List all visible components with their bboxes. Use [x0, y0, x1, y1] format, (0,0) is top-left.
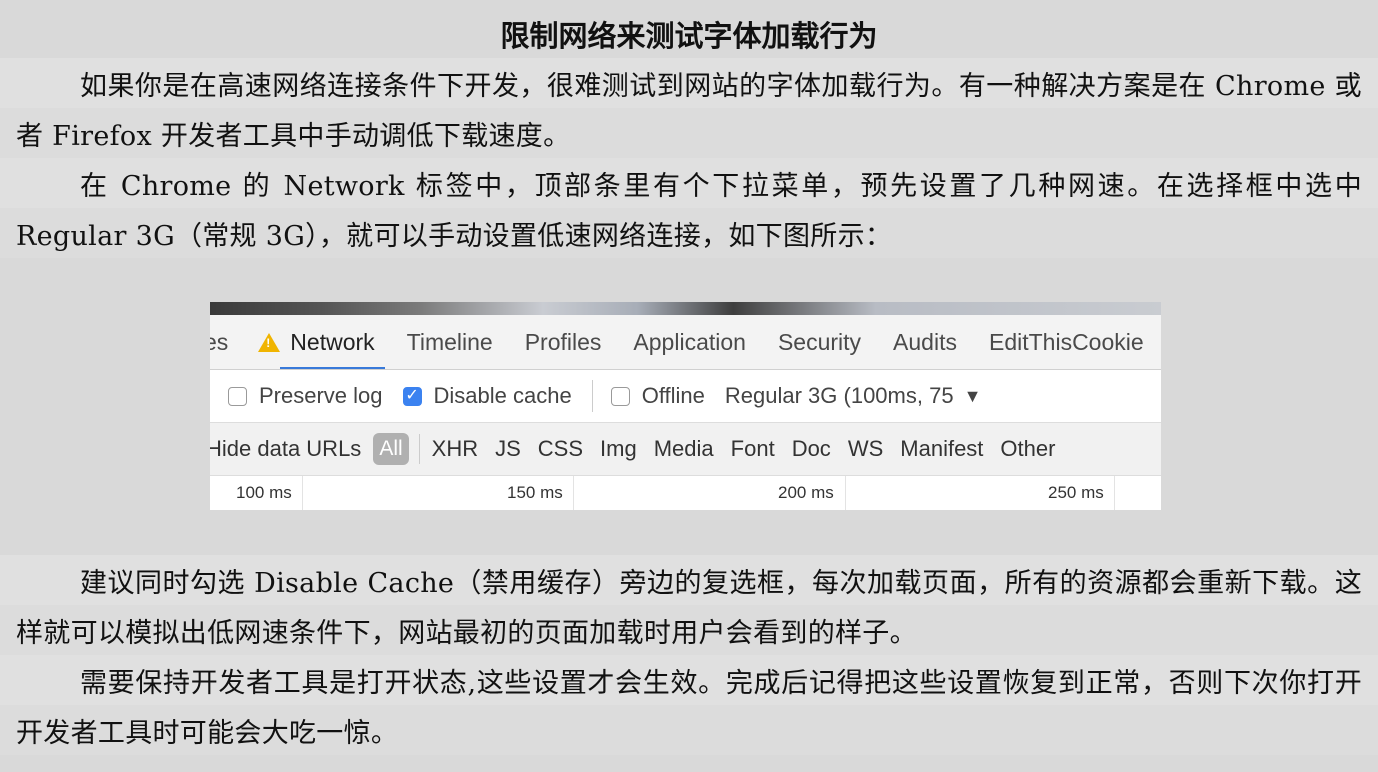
devtools-screenshot: es Network Timeline Profiles Application…: [210, 302, 1161, 510]
dropdown-arrow-icon: ▼: [963, 385, 982, 406]
timeline-gridline: [1114, 476, 1115, 510]
preserve-log-label: Preserve log: [259, 383, 383, 408]
filter-divider: [418, 434, 420, 464]
tab-application[interactable]: Application: [617, 315, 762, 369]
offline-checkbox[interactable]: [610, 386, 630, 406]
toolbar-divider: [591, 380, 593, 412]
timeline-ruler: 100 ms 150 ms 200 ms 250 ms: [210, 476, 1161, 510]
devtools-tab-bar: es Network Timeline Profiles Application…: [210, 315, 1161, 370]
window-chrome-strip: [210, 302, 1161, 315]
disable-cache-checkbox[interactable]: ✓: [402, 386, 422, 406]
network-throttle-select[interactable]: Regular 3G (100ms, 75 ▼: [725, 383, 982, 409]
tab-network-label: Network: [290, 329, 375, 355]
timeline-gridline: [845, 476, 846, 510]
preserve-log-option[interactable]: Preserve log: [228, 383, 383, 409]
timeline-tick: 250 ms: [1048, 483, 1104, 502]
offline-option[interactable]: Offline: [610, 383, 705, 409]
tab-sources-partial[interactable]: es: [210, 315, 244, 369]
filter-manifest[interactable]: Manifest: [900, 436, 983, 462]
disable-cache-label: Disable cache: [433, 383, 572, 408]
filter-bar: Hide data URLs All XHR JS CSS Img Media …: [210, 423, 1161, 476]
tab-profiles[interactable]: Profiles: [509, 315, 618, 369]
paragraph-disable-cache: 建议同时勾选 Disable Cache（禁用缓存）旁边的复选框，每次加载页面，…: [16, 568, 1362, 649]
paragraph-intro: 如果你是在高速网络连接条件下开发，很难测试到网站的字体加载行为。有一种解决方案是…: [16, 71, 1362, 152]
filter-font[interactable]: Font: [731, 436, 775, 462]
tab-timeline[interactable]: Timeline: [391, 315, 509, 369]
filter-all-button[interactable]: All: [373, 433, 409, 465]
section-title: 限制网络来测试字体加载行为: [500, 19, 878, 53]
filter-other[interactable]: Other: [1000, 436, 1055, 462]
network-toolbar: Preserve log ✓ Disable cache Offline Reg…: [210, 370, 1161, 423]
tab-security[interactable]: Security: [762, 315, 877, 369]
timeline-tick: 200 ms: [778, 483, 834, 502]
disable-cache-option[interactable]: ✓ Disable cache: [402, 383, 572, 409]
filter-js[interactable]: JS: [495, 436, 521, 462]
paragraph-keep-open: 需要保持开发者工具是打开状态,这些设置才会生效。完成后记得把这些设置恢复到正常，…: [16, 668, 1362, 749]
timeline-tick: 150 ms: [507, 483, 563, 502]
hide-data-urls-option[interactable]: Hide data URLs: [210, 436, 361, 462]
tab-network[interactable]: Network: [244, 315, 390, 369]
throttle-value: Regular 3G (100ms, 75: [724, 383, 954, 408]
preserve-log-checkbox[interactable]: [228, 386, 247, 406]
timeline-gridline: [573, 476, 574, 510]
filter-media[interactable]: Media: [654, 436, 714, 462]
warning-icon: [258, 333, 281, 352]
paragraph-chrome-network: 在 Chrome 的 Network 标签中，顶部条里有个下拉菜单，预先设置了几…: [16, 171, 1362, 252]
filter-ws[interactable]: WS: [848, 436, 883, 462]
timeline-gridline: [302, 476, 303, 510]
offline-label: Offline: [641, 383, 705, 408]
filter-doc[interactable]: Doc: [792, 436, 831, 462]
filter-img[interactable]: Img: [600, 436, 637, 462]
tab-editthiscookie[interactable]: EditThisCookie: [973, 315, 1160, 369]
timeline-tick: 100 ms: [236, 483, 292, 502]
filter-xhr[interactable]: XHR: [432, 436, 478, 462]
filter-css[interactable]: CSS: [538, 436, 583, 462]
tab-audits[interactable]: Audits: [877, 315, 973, 369]
